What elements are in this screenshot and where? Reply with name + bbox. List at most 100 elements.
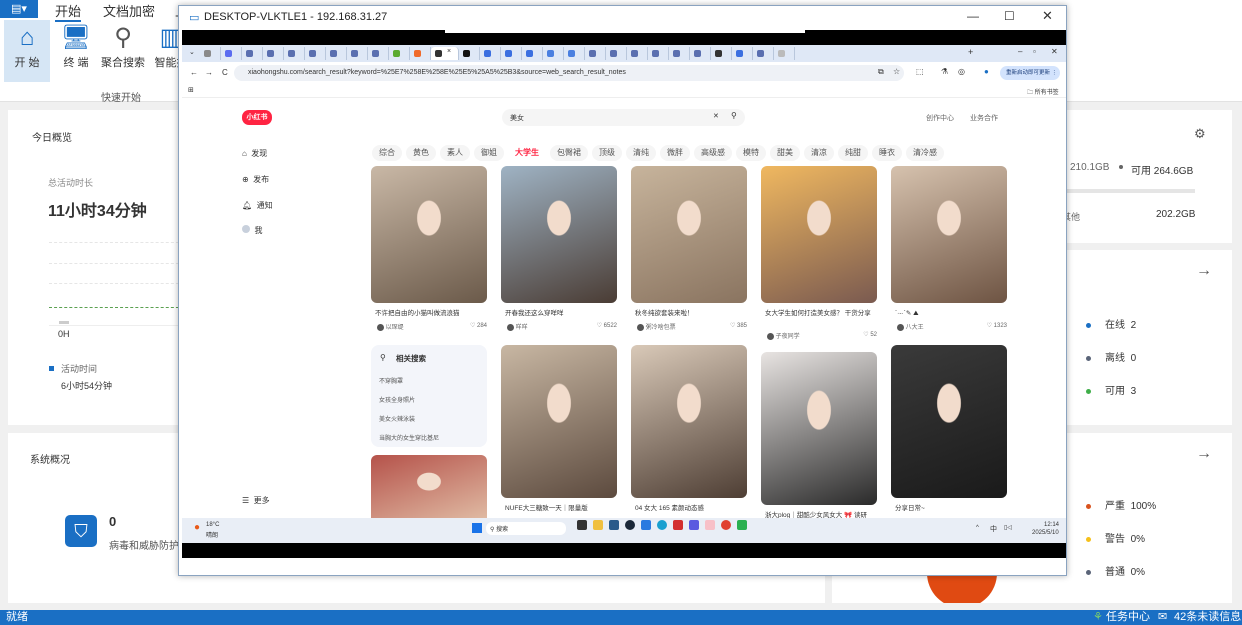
note-title[interactable]: NUFE大三糖致一天｜限量版 — [505, 504, 621, 513]
steam-icon[interactable] — [625, 520, 635, 530]
browser-tab[interactable] — [690, 47, 711, 60]
qq-icon[interactable] — [705, 520, 715, 530]
forward-icon[interactable]: → — [205, 68, 213, 77]
teams-icon[interactable] — [689, 520, 699, 530]
category-chip[interactable]: 模特 — [736, 145, 766, 161]
like-count[interactable]: ♡ 385 — [730, 322, 747, 329]
browser-tab[interactable] — [242, 47, 263, 60]
browser-tab[interactable] — [501, 47, 522, 60]
ime-indicator[interactable]: 中 — [990, 524, 997, 534]
arrow-right-icon[interactable]: → — [1196, 445, 1212, 463]
clear-icon[interactable]: ✕ — [713, 112, 719, 120]
browser-tab[interactable] — [732, 47, 753, 60]
note-image[interactable] — [891, 166, 1007, 303]
related-search-item[interactable]: 不穿胸罩 — [379, 376, 439, 385]
aggregate-search-button[interactable]: ⚲ 聚合搜索 — [100, 20, 146, 82]
browser-tab[interactable] — [753, 47, 774, 60]
category-chip[interactable]: 清凉 — [804, 145, 834, 161]
profile-icon[interactable]: ● — [984, 67, 989, 76]
taskbar-search[interactable]: ⚲ 搜索 — [486, 522, 566, 535]
category-chip[interactable]: 清冷感 — [906, 145, 944, 161]
browser-tab[interactable] — [711, 47, 732, 60]
browser-tab[interactable] — [368, 47, 389, 60]
note-title[interactable]: 分享日常~ — [895, 504, 1011, 513]
lab-icon[interactable]: ⚗ — [941, 67, 948, 76]
related-search-item[interactable]: 女孩全身照片 — [379, 395, 439, 404]
browser-tab[interactable] — [284, 47, 305, 60]
app-menu-button[interactable]: ▤▾ — [0, 0, 38, 18]
note-title[interactable]: `·-·`✎ ⛰ — [895, 309, 1011, 318]
category-chip[interactable]: 睡衣 — [872, 145, 902, 161]
note-image[interactable] — [631, 166, 747, 303]
category-chip[interactable]: 微胖 — [660, 145, 690, 161]
nav-me[interactable]: 我 — [242, 225, 262, 236]
browser-tab[interactable] — [774, 47, 795, 60]
like-count[interactable]: ♡ 6522 — [597, 322, 617, 329]
edge-icon[interactable] — [657, 520, 667, 530]
like-count[interactable]: ♡ 52 — [863, 331, 877, 338]
note-title[interactable]: 不许把自由的小猫叫做流浪猫 — [375, 309, 491, 318]
update-button[interactable]: 重新启动即可更新 ⋮ — [1000, 66, 1060, 80]
tab-doc-encrypt[interactable]: 文档加密 — [103, 1, 155, 20]
store-icon[interactable] — [609, 520, 619, 530]
browser-tab[interactable] — [585, 47, 606, 60]
note-author[interactable]: 咩咩 ♡ 6522 — [507, 322, 623, 331]
browser-tab[interactable] — [522, 47, 543, 60]
browser-tab[interactable] — [564, 47, 585, 60]
star-icon[interactable]: ☆ — [893, 67, 900, 76]
tab-close-icon[interactable]: × — [447, 48, 451, 55]
wechat-icon[interactable] — [737, 520, 747, 530]
related-search-item[interactable]: 当胸大的女生穿比基尼 — [379, 433, 439, 442]
note-author[interactable]: 以琛缇 ♡ 284 — [377, 322, 493, 331]
browser-tab[interactable] — [200, 47, 221, 60]
all-bookmarks[interactable]: 🗀 所有书签 — [1027, 87, 1059, 98]
nav-publish[interactable]: ⊕ 发布 — [242, 174, 269, 185]
new-tab-button[interactable]: + — [968, 47, 973, 57]
browser-tab[interactable]: × — [431, 47, 459, 60]
outlook-icon[interactable] — [641, 520, 651, 530]
category-chip[interactable]: 顶级 — [592, 145, 622, 161]
note-title[interactable]: 04 女大 165 素颜动态感 — [635, 504, 751, 513]
category-chip[interactable]: 清纯 — [626, 145, 656, 161]
site-search-input[interactable]: 美女 ✕ ⚲ — [502, 109, 745, 126]
nav-more[interactable]: ☰ 更多 — [242, 495, 270, 506]
browser-tab[interactable] — [263, 47, 284, 60]
nav-discover[interactable]: ⌂ 发现 — [242, 148, 267, 159]
note-image[interactable] — [501, 345, 617, 498]
like-count[interactable]: ♡ 1323 — [987, 322, 1007, 329]
cast-icon[interactable]: ⧉ — [878, 67, 884, 77]
close-button[interactable]: ✕ — [1042, 8, 1053, 24]
search-icon[interactable]: ⚲ — [731, 111, 737, 120]
browser-minimize[interactable]: – — [1018, 47, 1022, 56]
note-image[interactable] — [891, 345, 1007, 498]
note-title[interactable]: 浙大plog｜甜酷少女风女大 🎀 读研 — [765, 511, 881, 518]
wps-icon[interactable] — [673, 520, 683, 530]
category-chip[interactable]: 黄色 — [406, 145, 436, 161]
reload-icon[interactable]: C — [222, 68, 228, 77]
note-author[interactable]: 粥冷啥包票 ♡ 385 — [637, 322, 753, 331]
start-icon[interactable] — [472, 523, 482, 533]
related-search-item[interactable]: 美女火辣泳装 — [379, 414, 439, 423]
browser-tab[interactable] — [669, 47, 690, 60]
history-icon[interactable]: ◎ — [958, 67, 965, 76]
browser-tab[interactable] — [606, 47, 627, 60]
gear-icon[interactable]: ⚙ — [1194, 126, 1206, 142]
minimize-button[interactable]: — — [967, 9, 979, 23]
category-chip[interactable]: 包臀裙 — [550, 145, 588, 161]
browser-tab[interactable] — [410, 47, 431, 60]
note-image[interactable] — [761, 166, 877, 303]
tab-start[interactable]: 开始 — [55, 1, 82, 22]
browser-tab[interactable] — [627, 47, 648, 60]
category-chip[interactable]: 甜美 — [770, 145, 800, 161]
unread-messages-link[interactable]: 42条未读信息 — [1174, 610, 1241, 625]
business-link[interactable]: 业务合作 — [970, 113, 998, 123]
category-chip[interactable]: 御姐 — [474, 145, 504, 161]
note-author[interactable]: 八大王 ♡ 1323 — [897, 322, 1013, 331]
tray-chevron-icon[interactable]: ^ — [976, 525, 979, 531]
browser-close[interactable]: ✕ — [1051, 47, 1058, 56]
browser-tab[interactable] — [221, 47, 242, 60]
category-chip[interactable]: 高级感 — [694, 145, 732, 161]
chrome-icon[interactable] — [721, 520, 731, 530]
nav-notifications[interactable]: 🔔︎ 通知 — [242, 200, 273, 211]
maximize-button[interactable]: ☐ — [1004, 9, 1015, 23]
